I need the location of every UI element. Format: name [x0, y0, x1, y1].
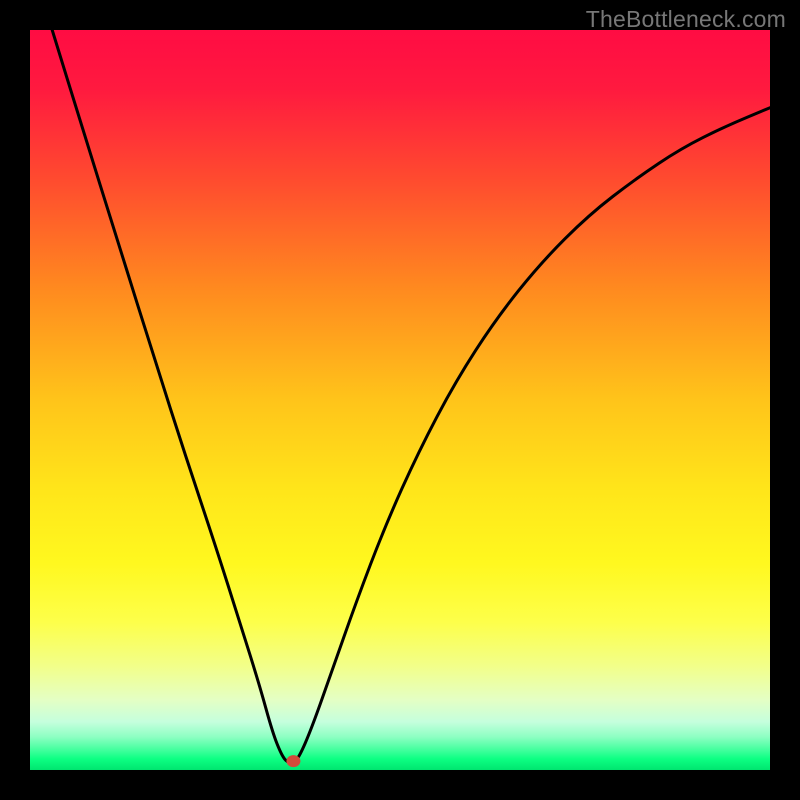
- chart-frame: TheBottleneck.com: [0, 0, 800, 800]
- chart-svg: [30, 30, 770, 770]
- gradient-background: [30, 30, 770, 770]
- plot-area: [30, 30, 770, 770]
- optimal-marker: [286, 755, 300, 767]
- watermark-text: TheBottleneck.com: [586, 6, 786, 33]
